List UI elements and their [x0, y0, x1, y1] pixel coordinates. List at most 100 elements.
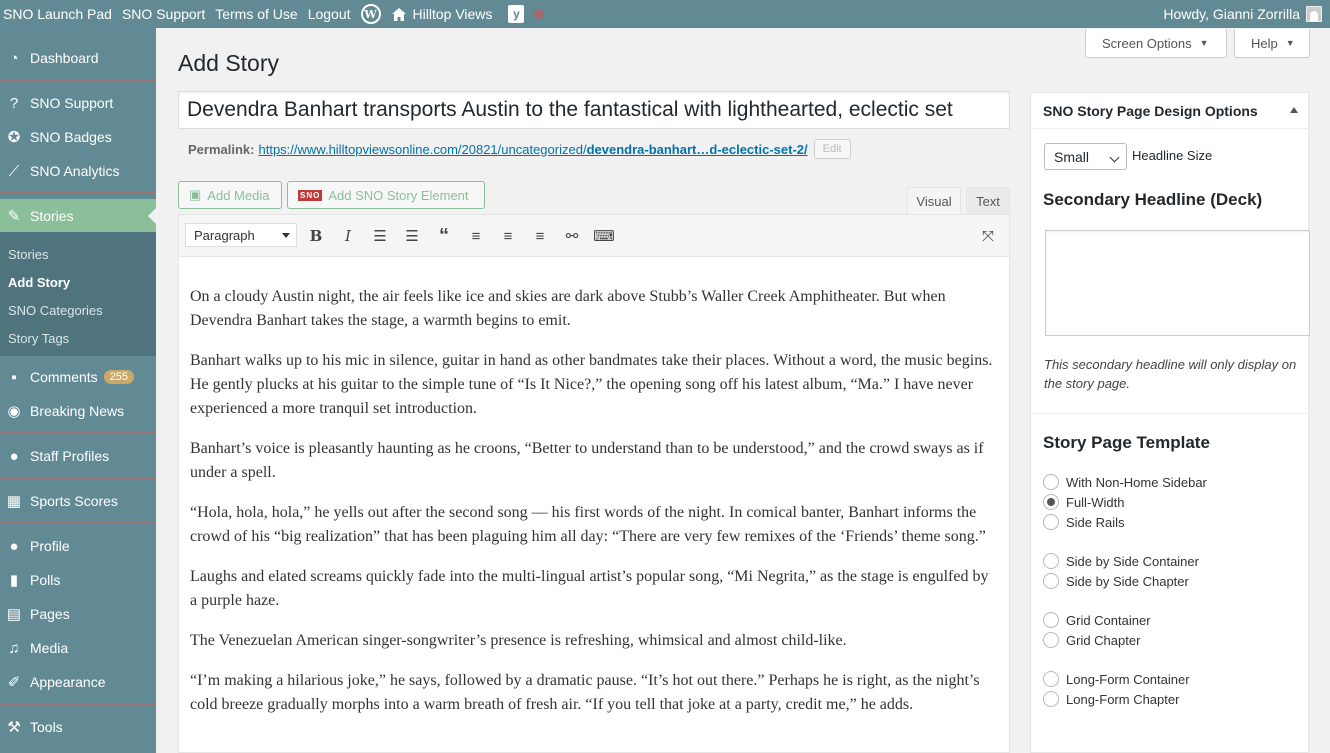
sidebar-item-label: Pages	[30, 606, 70, 622]
collapse-arrow-icon[interactable]	[1290, 107, 1298, 113]
editor-content[interactable]: On a cloudy Austin night, the air feels …	[178, 257, 1010, 753]
align-left-icon[interactable]: ≡	[464, 225, 488, 247]
deck-heading: Secondary Headline (Deck)	[1043, 190, 1263, 209]
sidebar-item-dashboard[interactable]: ◔ Dashboard	[0, 41, 156, 75]
sidebar-item-appearance[interactable]: ✐ Appearance	[0, 665, 156, 699]
sidebar-item-sno-support[interactable]: ? SNO Support	[0, 86, 156, 120]
submenu-item-sno-categories[interactable]: SNO Categories	[8, 303, 103, 318]
template-option-label: Side by Side Container	[1066, 553, 1199, 569]
tab-text[interactable]: Text	[966, 187, 1010, 215]
sidebar-item-breaking-news[interactable]: ◉ Breaking News	[0, 394, 156, 428]
blockquote-icon[interactable]: “	[432, 225, 456, 247]
sidebar-item-profile[interactable]: ● Profile	[0, 529, 156, 563]
template-option[interactable]: Side by Side Container	[1043, 553, 1199, 569]
chart-icon: ▮	[9, 572, 19, 589]
template-option[interactable]: Full-Width	[1043, 494, 1125, 510]
deck-note: This secondary headline will only displa…	[1044, 357, 1297, 391]
submenu-item-add-story[interactable]: Add Story	[8, 275, 70, 290]
sidebar-item-polls[interactable]: ▮ Polls	[0, 563, 156, 597]
italic-icon[interactable]: I	[336, 225, 360, 247]
admin-bar: SNO Launch Pad SNO Support Terms of Use …	[0, 0, 1330, 28]
yoast-icon[interactable]: y	[508, 5, 525, 23]
numbered-list-icon[interactable]: ☰	[400, 225, 424, 247]
menu-separator	[0, 703, 156, 705]
bulleted-list-icon[interactable]: ☰	[368, 225, 392, 247]
wrench-icon: ⚒	[7, 719, 21, 736]
content-paragraph: “Hola, hola, hola,” he yells out after t…	[190, 504, 986, 545]
radio-button[interactable]	[1043, 553, 1059, 569]
account-menu[interactable]: Howdy, Gianni Zorrilla	[1163, 0, 1322, 28]
template-option[interactable]: Long-Form Container	[1043, 671, 1190, 687]
template-option-label: Full-Width	[1066, 494, 1125, 510]
permalink-url[interactable]: https://www.hilltopviewsonline.com/20821…	[258, 142, 807, 157]
radio-button[interactable]	[1043, 514, 1059, 530]
radio-button[interactable]	[1043, 632, 1059, 648]
sidebar-item-sno-analytics[interactable]: ⟋ SNO Analytics	[0, 154, 156, 188]
chevron-down-icon: ▼	[1285, 38, 1295, 48]
sidebar-item-comments[interactable]: ▪ Comments 255	[0, 360, 156, 394]
submenu-item-stories[interactable]: Stories	[8, 247, 48, 262]
radio-button[interactable]	[1043, 573, 1059, 589]
panel-title: SNO Story Page Design Options	[1043, 102, 1258, 119]
add-media-button[interactable]: ▣ Add Media	[178, 181, 282, 209]
stories-submenu: Stories Add Story SNO Categories Story T…	[0, 232, 156, 356]
toolbar-toggle-icon[interactable]: ⌨	[592, 225, 616, 247]
sidebar-item-pages[interactable]: ▤ Pages	[0, 597, 156, 631]
panel-header[interactable]: SNO Story Page Design Options	[1031, 93, 1308, 129]
template-option[interactable]: Long-Form Chapter	[1043, 691, 1179, 707]
headline-size-select[interactable]: Small	[1044, 143, 1127, 170]
radio-button[interactable]	[1043, 691, 1059, 707]
add-sno-label: Add SNO Story Element	[328, 187, 469, 203]
template-option[interactable]: Side Rails	[1043, 514, 1125, 530]
design-options-panel: SNO Story Page Design Options Small Head…	[1030, 92, 1310, 753]
adminbar-link-logout[interactable]: Logout	[308, 0, 361, 28]
screen-options-button[interactable]: Screen Options ▼	[1085, 29, 1227, 58]
template-option[interactable]: Grid Container	[1043, 612, 1151, 628]
menu-separator	[0, 432, 156, 434]
align-center-icon[interactable]: ≡	[496, 225, 520, 247]
adminbar-link-support[interactable]: SNO Support	[122, 0, 215, 28]
adminbar-link-launchpad[interactable]: SNO Launch Pad	[0, 0, 122, 28]
tab-visual[interactable]: Visual	[907, 187, 961, 215]
sidebar-item-staff-profiles[interactable]: ● Staff Profiles	[0, 439, 156, 473]
story-title-input[interactable]: Devendra Banhart transports Austin to th…	[178, 91, 1010, 129]
template-option-label: With Non-Home Sidebar	[1066, 474, 1207, 490]
sidebar-item-sno-badges[interactable]: ✪ SNO Badges	[0, 120, 156, 154]
sidebar-item-label: Profile	[30, 538, 70, 554]
chevron-down-icon	[282, 233, 290, 238]
radio-button-checked[interactable]	[1043, 494, 1059, 510]
format-select[interactable]: Paragraph	[185, 223, 297, 247]
site-name: Hilltop Views	[412, 6, 493, 22]
sidebar-item-tools[interactable]: ⚒ Tools	[0, 710, 156, 744]
current-menu-arrow	[148, 208, 156, 224]
link-icon[interactable]: ⚯	[560, 225, 584, 247]
adminbar-site-link[interactable]: Hilltop Views	[391, 0, 503, 28]
radio-button[interactable]	[1043, 612, 1059, 628]
template-option[interactable]: With Non-Home Sidebar	[1043, 474, 1207, 490]
align-right-icon[interactable]: ≡	[528, 225, 552, 247]
sno-logo-icon: SNO	[298, 189, 323, 201]
template-option-label: Side Rails	[1066, 514, 1125, 530]
sidebar-item-label: SNO Analytics	[30, 163, 120, 179]
radio-button[interactable]	[1043, 474, 1059, 490]
wordpress-logo-icon[interactable]: W	[360, 4, 381, 24]
template-option[interactable]: Grid Chapter	[1043, 632, 1140, 648]
sidebar-item-label: SNO Badges	[30, 129, 112, 145]
add-sno-element-button[interactable]: SNO Add SNO Story Element	[287, 181, 485, 209]
template-option-label: Long-Form Container	[1066, 671, 1190, 687]
submenu-item-story-tags[interactable]: Story Tags	[8, 331, 69, 346]
sidebar-item-label: Tools	[30, 719, 63, 735]
bold-icon[interactable]: B	[304, 225, 328, 247]
deck-textarea[interactable]	[1045, 230, 1310, 336]
template-option[interactable]: Side by Side Chapter	[1043, 573, 1189, 589]
radio-button[interactable]	[1043, 671, 1059, 687]
adminbar-link-terms[interactable]: Terms of Use	[215, 0, 307, 28]
sidebar-item-sports-scores[interactable]: ▦ Sports Scores	[0, 484, 156, 518]
sidebar-item-media[interactable]: ♫ Media	[0, 631, 156, 665]
fullscreen-icon[interactable]: ⤧	[976, 225, 1000, 247]
help-button[interactable]: Help ▼	[1234, 29, 1310, 58]
sidebar-item-stories[interactable]: ✎ Stories	[0, 199, 156, 233]
content-paragraph: Laughs and elated screams quickly fade i…	[190, 568, 989, 609]
sidebar-item-label: Appearance	[30, 674, 106, 690]
edit-permalink-button[interactable]: Edit	[813, 139, 851, 159]
